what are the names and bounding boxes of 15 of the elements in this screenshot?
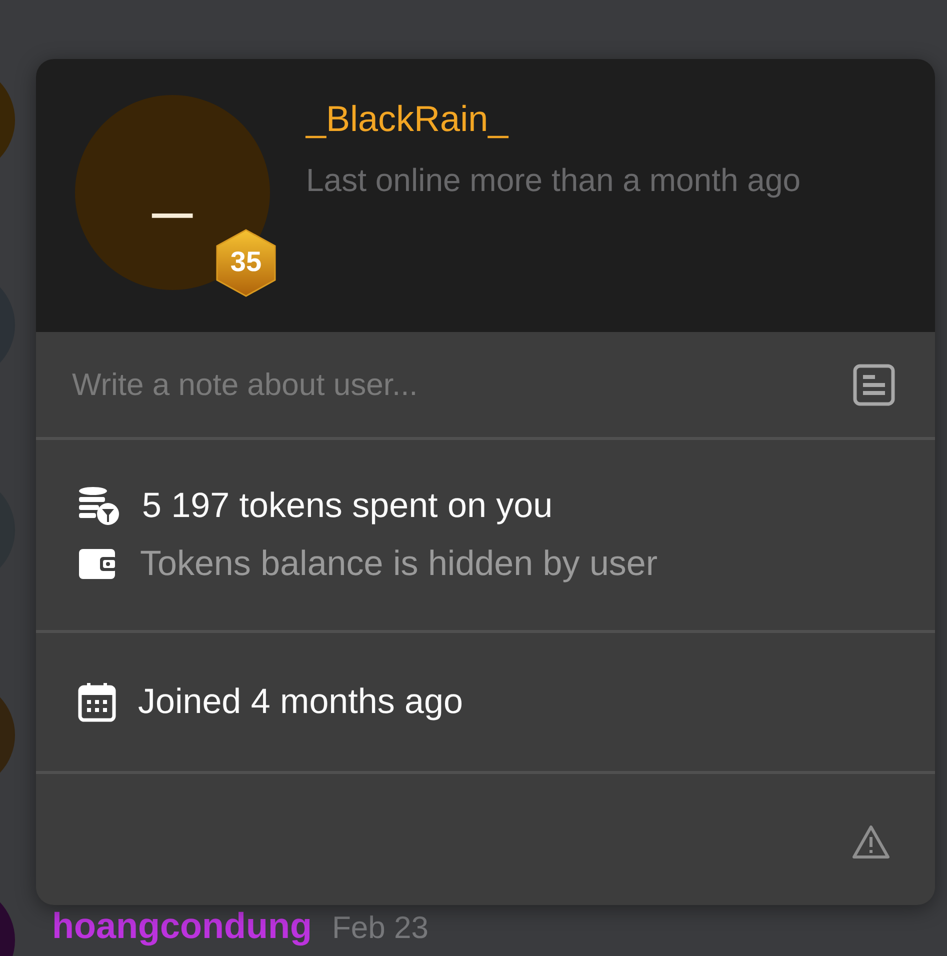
message-date: Feb 23 <box>332 910 428 946</box>
level-number: 35 <box>229 247 263 277</box>
last-online: Last online more than a month ago <box>306 162 801 199</box>
username: _BlackRain_ <box>306 98 510 140</box>
tokens-spent: 5 197 tokens spent on you <box>142 486 553 526</box>
coins-icon <box>78 486 120 526</box>
note-field[interactable]: Write a note about user... <box>72 366 772 402</box>
joined-date: Joined 4 months ago <box>138 682 463 722</box>
wallet-icon <box>78 547 118 581</box>
note-icon[interactable] <box>853 364 895 406</box>
tokens-balance: Tokens balance is hidden by user <box>140 544 658 584</box>
level-badge-icon <box>215 229 277 297</box>
warning-icon[interactable] <box>851 824 891 860</box>
calendar-icon <box>78 682 116 722</box>
author-name[interactable]: hoangcondung <box>52 905 312 947</box>
